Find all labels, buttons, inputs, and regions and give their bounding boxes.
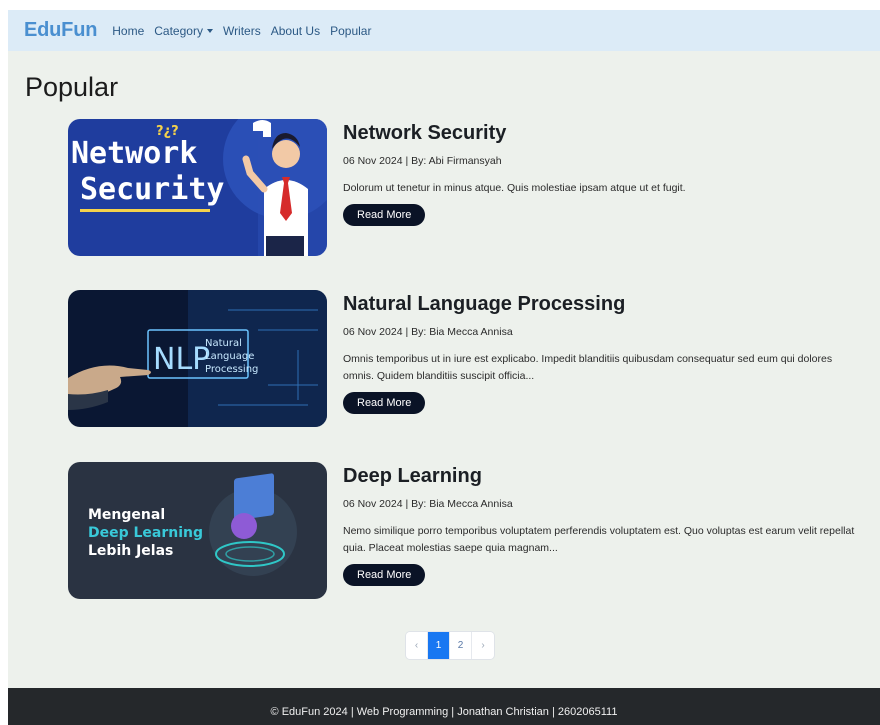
- nav-popular[interactable]: Popular: [330, 24, 371, 38]
- page: EduFun Home Category Writers About Us Po…: [8, 10, 880, 725]
- article-excerpt: Omnis temporibus ut in iure est explicab…: [343, 353, 833, 382]
- article-meta: 06 Nov 2024 | By: Bia Mecca Annisa: [343, 326, 513, 338]
- brand-logo[interactable]: EduFun: [24, 19, 97, 42]
- navbar: EduFun Home Category Writers About Us Po…: [8, 10, 880, 51]
- page-title: Popular: [25, 72, 119, 102]
- nav-home[interactable]: Home: [112, 24, 144, 38]
- article-title[interactable]: Network Security: [343, 121, 863, 145]
- article-content: Deep Learning 06 Nov 2024 | By: Bia Mecc…: [343, 462, 863, 586]
- svg-text:Security: Security: [80, 172, 225, 207]
- footer: © EduFun 2024 | Web Programming | Jonath…: [8, 688, 880, 725]
- article-excerpt: Nemo similique porro temporibus voluptat…: [343, 525, 855, 554]
- article-meta: 06 Nov 2024 | By: Abi Firmansyah: [343, 155, 502, 167]
- svg-text:Processing: Processing: [205, 364, 258, 375]
- nav-writers[interactable]: Writers: [223, 24, 261, 38]
- svg-text:Deep Learning: Deep Learning: [88, 525, 203, 541]
- svg-text:Network: Network: [71, 136, 197, 171]
- article-card: NLP Natural Language Processing Natural …: [68, 290, 858, 428]
- nav-category-dropdown[interactable]: Category: [154, 24, 213, 38]
- pagination: ‹ 1 2 ›: [406, 632, 494, 659]
- next-page-button[interactable]: ›: [472, 632, 494, 659]
- footer-text: © EduFun 2024 | Web Programming | Jonath…: [270, 705, 618, 718]
- svg-text:Language: Language: [205, 351, 254, 362]
- read-more-button[interactable]: Read More: [343, 204, 426, 226]
- nlp-image: NLP Natural Language Processing: [68, 290, 327, 427]
- svg-text:Mengenal: Mengenal: [88, 507, 165, 523]
- svg-text:Natural: Natural: [205, 338, 242, 349]
- article-title[interactable]: Deep Learning: [343, 464, 863, 488]
- article-card: ?¿? Network Security Network Security 06…: [68, 119, 858, 257]
- read-more-button[interactable]: Read More: [343, 564, 426, 586]
- article-card: Mengenal Deep Learning Lebih Jelas Deep …: [68, 462, 858, 600]
- nav-category-label: Category: [154, 23, 203, 38]
- article-excerpt: Dolorum ut tenetur in minus atque. Quis …: [343, 182, 686, 194]
- page-2-button[interactable]: 2: [450, 632, 472, 659]
- caret-down-icon: [206, 28, 213, 33]
- article-content: Network Security 06 Nov 2024 | By: Abi F…: [343, 119, 863, 226]
- article-thumbnail[interactable]: NLP Natural Language Processing: [68, 290, 327, 427]
- read-more-button[interactable]: Read More: [343, 392, 426, 414]
- prev-page-button[interactable]: ‹: [406, 632, 428, 659]
- page-1-button[interactable]: 1: [428, 632, 450, 659]
- article-meta: 06 Nov 2024 | By: Bia Mecca Annisa: [343, 498, 513, 510]
- nav-about-us[interactable]: About Us: [271, 24, 320, 38]
- svg-text:Lebih Jelas: Lebih Jelas: [88, 543, 173, 559]
- svg-text:NLP: NLP: [153, 342, 210, 377]
- deep-learning-image: Mengenal Deep Learning Lebih Jelas: [68, 462, 327, 599]
- article-title[interactable]: Natural Language Processing: [343, 292, 863, 316]
- network-security-image: ?¿? Network Security: [68, 119, 327, 256]
- article-thumbnail[interactable]: Mengenal Deep Learning Lebih Jelas: [68, 462, 327, 599]
- article-content: Natural Language Processing 06 Nov 2024 …: [343, 290, 863, 414]
- article-thumbnail[interactable]: ?¿? Network Security: [68, 119, 327, 256]
